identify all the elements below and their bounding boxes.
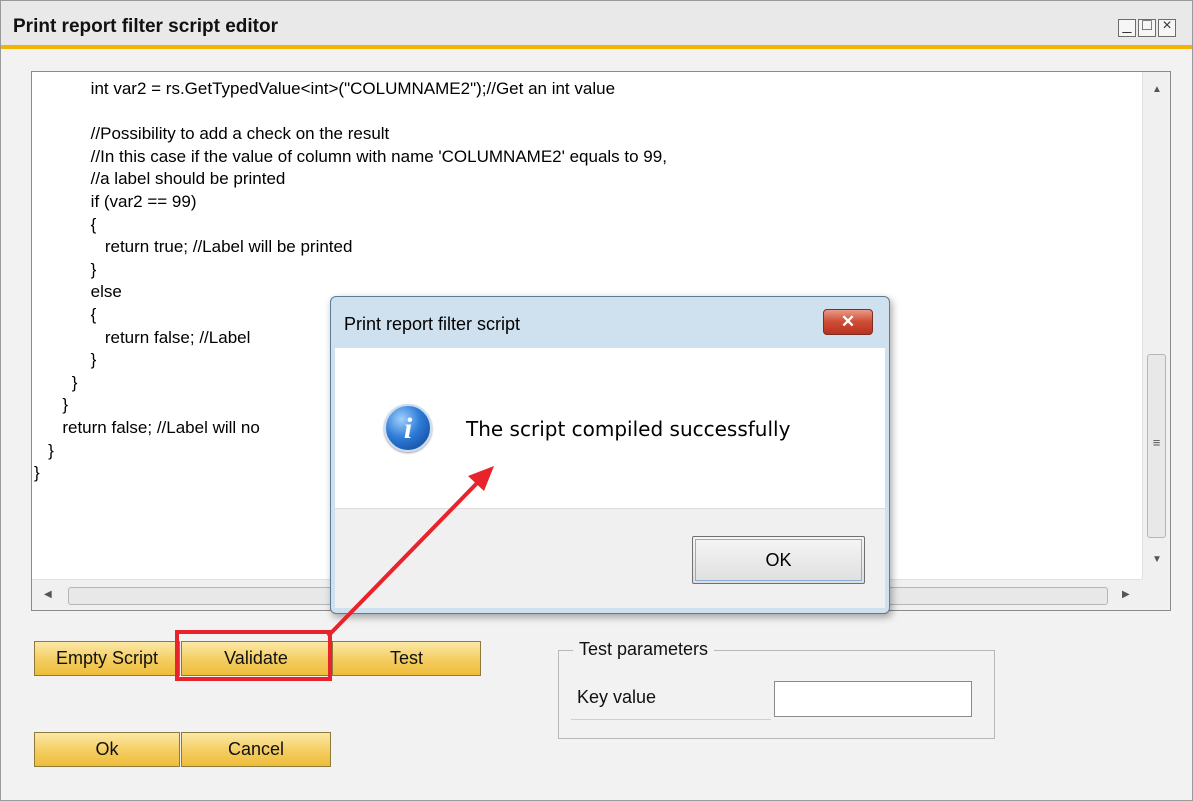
maximize-button[interactable]: □	[1138, 17, 1156, 37]
key-value-label: Key value	[577, 687, 657, 707]
title-bar: Print report filter script editor _ □ ×	[1, 1, 1192, 49]
scroll-down-arrow-icon[interactable]: ▼	[1152, 554, 1162, 565]
test-parameters-legend: Test parameters	[573, 639, 715, 660]
dialog-title: Print report filter script	[344, 314, 521, 334]
dialog-message: The script compiled successfully	[466, 417, 791, 441]
scroll-up-arrow-icon[interactable]: ▲	[1152, 84, 1162, 95]
minimize-icon: _	[1122, 17, 1132, 34]
window-title: Print report filter script editor	[13, 16, 278, 37]
empty-script-button[interactable]: Empty Script	[34, 641, 180, 676]
maximize-icon: □	[1142, 17, 1152, 34]
close-icon: ×	[1162, 17, 1172, 34]
dialog-ok-button[interactable]: OK	[692, 536, 865, 584]
scrollbar-corner	[1142, 579, 1170, 610]
scroll-right-arrow-icon[interactable]: ▶	[1122, 589, 1130, 600]
key-value-input[interactable]	[774, 681, 972, 717]
vertical-scroll-thumb[interactable]: ≡	[1147, 354, 1166, 538]
info-icon: i	[384, 404, 432, 452]
key-value-underline	[571, 719, 771, 720]
vertical-scrollbar[interactable]: ▲ ≡ ▼	[1142, 72, 1170, 580]
dialog-close-button[interactable]: ✕	[823, 309, 873, 335]
ok-button[interactable]: Ok	[34, 732, 180, 767]
test-button[interactable]: Test	[332, 641, 481, 676]
scroll-left-arrow-icon[interactable]: ◀	[44, 589, 52, 600]
grip-icon: ≡	[1152, 435, 1161, 450]
validate-highlight-box	[175, 630, 332, 681]
minimize-button[interactable]: _	[1118, 17, 1136, 37]
close-icon: ✕	[840, 312, 856, 331]
cancel-button[interactable]: Cancel	[181, 732, 331, 767]
close-button[interactable]: ×	[1158, 17, 1176, 37]
